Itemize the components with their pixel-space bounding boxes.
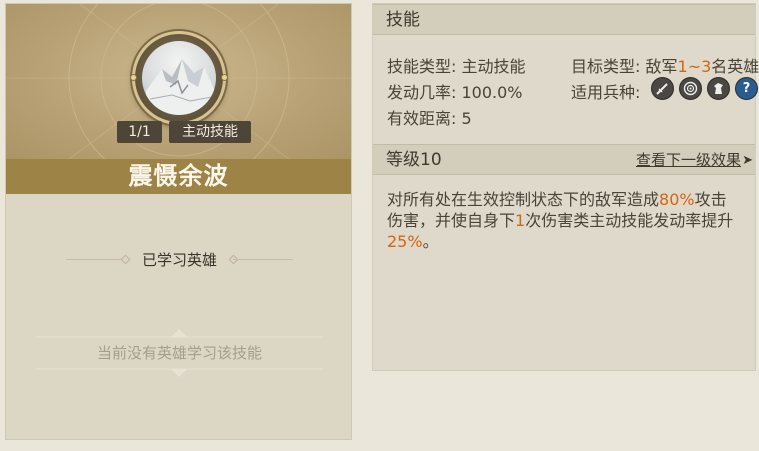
desc-text: 对所有处在生效控制状态下的敌军造成 [387, 190, 660, 209]
target-prefix: 敌军 [645, 57, 678, 76]
level-title: 等级10 [386, 150, 442, 170]
unit-type-stat: 适用兵种: [571, 79, 640, 103]
skill-type-value: 主动技能 [461, 57, 526, 76]
skill-type-badge: 主动技能 [169, 121, 251, 143]
skill-icon-frame [130, 31, 228, 125]
horse-icon[interactable] [707, 77, 730, 100]
activation-rate-value: 100.0% [461, 83, 523, 102]
effective-range-stat: 有效距离: 5 [387, 105, 472, 129]
activation-rate-label: 发动几率: [387, 83, 457, 102]
target-type-stat: 目标类型: 敌军1~3名英雄 [571, 53, 759, 77]
question-icon[interactable]: ? [735, 77, 758, 100]
effective-range-value: 5 [461, 109, 472, 128]
level-section-header: 等级10 查看下一级效果 ➤ [373, 144, 755, 175]
skill-card-header: 1/1 主动技能 [6, 4, 351, 159]
skill-section-header: 技能 [373, 4, 755, 35]
bow-target-icon[interactable] [679, 77, 702, 100]
next-level-link[interactable]: 查看下一级效果 [636, 145, 741, 176]
no-hero-label: 当前没有英雄学习该技能 [96, 344, 262, 362]
desc-text: 。 [422, 232, 439, 251]
skill-section-title: 技能 [386, 10, 420, 30]
sword-icon[interactable] [651, 77, 674, 100]
unit-type-label: 适用兵种: [571, 83, 641, 102]
skill-type-label: 技能类型: [387, 57, 457, 76]
effective-range-label: 有效距离: [387, 109, 457, 128]
next-level-arrow-icon[interactable]: ➤ [742, 145, 753, 176]
learned-heroes-label: 已学习英雄 [141, 251, 217, 269]
activation-rate-stat: 发动几率: 100.0% [387, 79, 523, 103]
desc-highlight-value: 25% [387, 232, 423, 251]
mountain-icon [142, 41, 216, 115]
desc-highlight-value: 80% [659, 190, 695, 209]
skill-type-stat: 技能类型: 主动技能 [387, 53, 526, 77]
desc-text: 次伤害类主动技能发动率提升 [525, 211, 734, 230]
skill-name: 震慑余波 [6, 159, 351, 194]
skill-effect-description: 对所有处在生效控制状态下的敌军造成80%攻击伤害，并使自身下1次伤害类主动技能发… [387, 189, 742, 252]
no-hero-placeholder: 当前没有英雄学习该技能 [36, 327, 323, 379]
desc-highlight-value: 1 [515, 211, 526, 230]
target-suffix: 名英雄 [711, 57, 759, 76]
learned-heroes-header: 已学习英雄 [66, 244, 293, 276]
target-range: 1~3 [677, 57, 712, 76]
target-type-label: 目标类型: [571, 57, 641, 76]
skill-level-badge: 1/1 [117, 121, 162, 143]
skill-card: 1/1 主动技能 震慑余波 已学习英雄 当前没有英雄学习该技能 [5, 3, 352, 440]
